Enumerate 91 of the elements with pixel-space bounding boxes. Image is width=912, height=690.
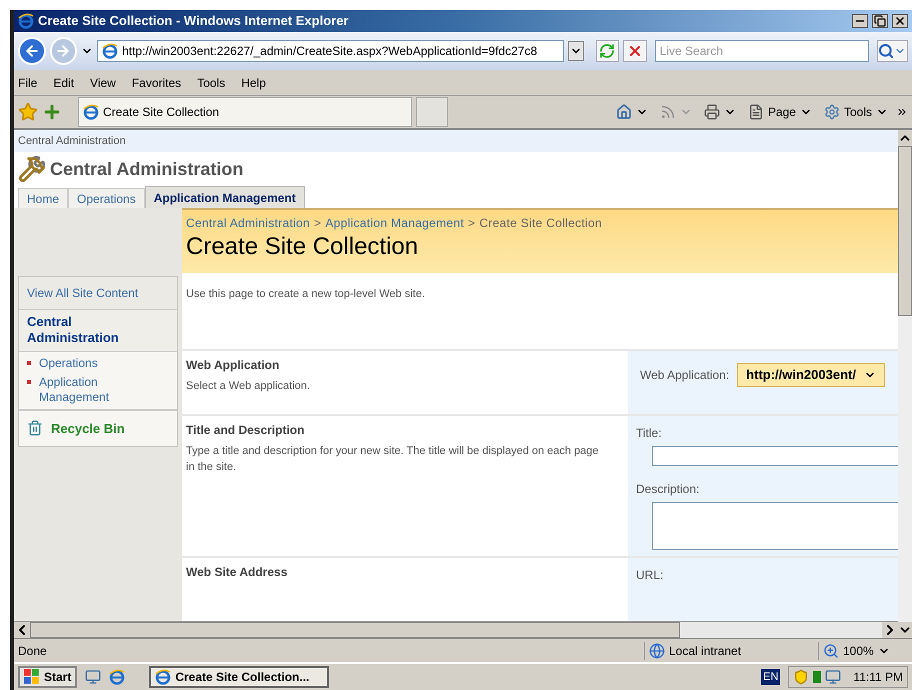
scroll-up-icon[interactable] [898,130,912,146]
browser-tab[interactable]: Create Site Collection [78,97,412,127]
search-button[interactable] [876,40,908,62]
command-button[interactable]: Page [768,103,812,121]
tray-app-icon[interactable] [813,671,822,683]
scroll-left-icon[interactable] [14,622,30,638]
description-input[interactable] [652,502,898,550]
window-title: Create Site Collection - Windows Internet Explorer [38,12,350,30]
clock: 11:11 PM [853,669,903,686]
taskbar-task[interactable]: Create Site Collection... [149,666,330,688]
sidebar-item[interactable]: Application Management [39,374,129,404]
browser-e-icon [83,104,99,120]
restore-button[interactable] [872,14,888,28]
refresh-icon [599,43,616,59]
start-button[interactable]: Start [18,666,78,688]
globe-icon [649,642,665,658]
menu-item[interactable]: View [90,74,116,92]
shield-icon[interactable] [793,669,810,685]
hammer-wrench-icon [18,155,46,183]
field-label: Description: [636,480,700,498]
command-button[interactable]: Tools [844,103,888,121]
browser-e-icon [102,43,118,59]
windows-flag-icon [24,669,40,685]
browser-e-icon [18,13,34,29]
site-top-link[interactable]: Central Administration [18,132,126,150]
stop-button[interactable] [623,40,647,62]
bullet-icon [27,380,31,384]
breadcrumb-link[interactable]: Application Management [325,214,464,232]
print-icon[interactable] [704,104,720,120]
bullet-icon [27,360,31,364]
restore-icon [874,15,886,27]
section-heading: Web Application [186,357,280,374]
title-input[interactable] [652,446,898,466]
address-field[interactable]: http://win2003ent:22627/_admin/CreateSite.aspx?WebApplicationId=9fdc27c8 [97,40,564,62]
desktop-icon[interactable] [85,669,102,685]
zone-text: Local intranet [669,642,742,660]
breadcrumb-separator: > [468,215,476,232]
site-tab[interactable]: Application Management [144,186,305,208]
breadcrumb-link[interactable]: Central Administration [186,214,310,232]
section-heading: Title and Description [186,422,306,439]
scroll-down-icon[interactable] [898,622,912,638]
page-icon [748,104,764,120]
section-description: Select a Web application. [186,379,311,394]
recycle-bin-icon [27,420,43,436]
field-label: URL: [636,567,664,584]
field-label: Web Application: [640,366,730,384]
menu-item[interactable]: Help [241,74,266,92]
close-icon [894,15,906,27]
network-icon[interactable] [825,669,842,685]
menu-item[interactable]: Favorites [132,74,182,92]
recycle-bin-link[interactable]: Recycle Bin [51,418,125,438]
search-field[interactable]: Live Search [654,40,869,62]
browser-e-icon [109,669,126,685]
section-heading: Web Site Address [186,564,288,582]
vertical-scrollbar[interactable] [898,130,912,638]
forward-arrow-icon [55,43,72,59]
feed-icon[interactable] [660,104,676,120]
site-tab[interactable]: Operations [68,188,145,208]
breadcrumb-separator: > [314,215,322,232]
settings-icon [824,104,840,120]
menu-item[interactable]: Edit [53,74,74,92]
zoom-button[interactable]: 100% [818,642,908,660]
sidebar-item[interactable]: Operations [39,356,129,370]
minimize-button[interactable] [852,14,868,28]
menu-item[interactable]: Tools [197,74,226,92]
web-application-dropdown[interactable]: http://win2003ent/ [737,363,885,387]
scroll-right-icon[interactable] [882,622,898,638]
favorites-star-icon[interactable] [18,102,38,122]
field-label: Title: [636,424,663,442]
status-text: Done [18,642,48,660]
search-icon [878,43,894,59]
refresh-button[interactable] [596,40,620,62]
intro-text: Use this page to create a new top-level Web site. [186,288,425,300]
new-tab-button[interactable] [416,97,448,127]
back-button[interactable] [18,37,46,65]
browser-e-icon [155,669,172,685]
close-button[interactable] [892,14,908,28]
site-title: Central Administration [50,158,244,180]
add-favorite-icon[interactable] [42,102,62,122]
horizontal-scrollbar[interactable] [14,621,898,638]
section-description: Type a title and description for your new site. The title will be displayed on each page in the site. [186,444,600,476]
menu-item[interactable]: File [18,74,38,92]
address-dropdown-button[interactable] [568,41,584,61]
site-tab[interactable]: Home [18,188,68,208]
home-icon[interactable] [616,104,632,120]
language-indicator[interactable]: EN [761,668,780,686]
scrollbar-thumb[interactable] [30,622,680,638]
more-chevron-icon[interactable] [896,106,908,118]
scrollbar-thumb[interactable] [898,146,912,316]
page-title: Create Site Collection [186,232,420,262]
zoom-icon [823,642,839,658]
